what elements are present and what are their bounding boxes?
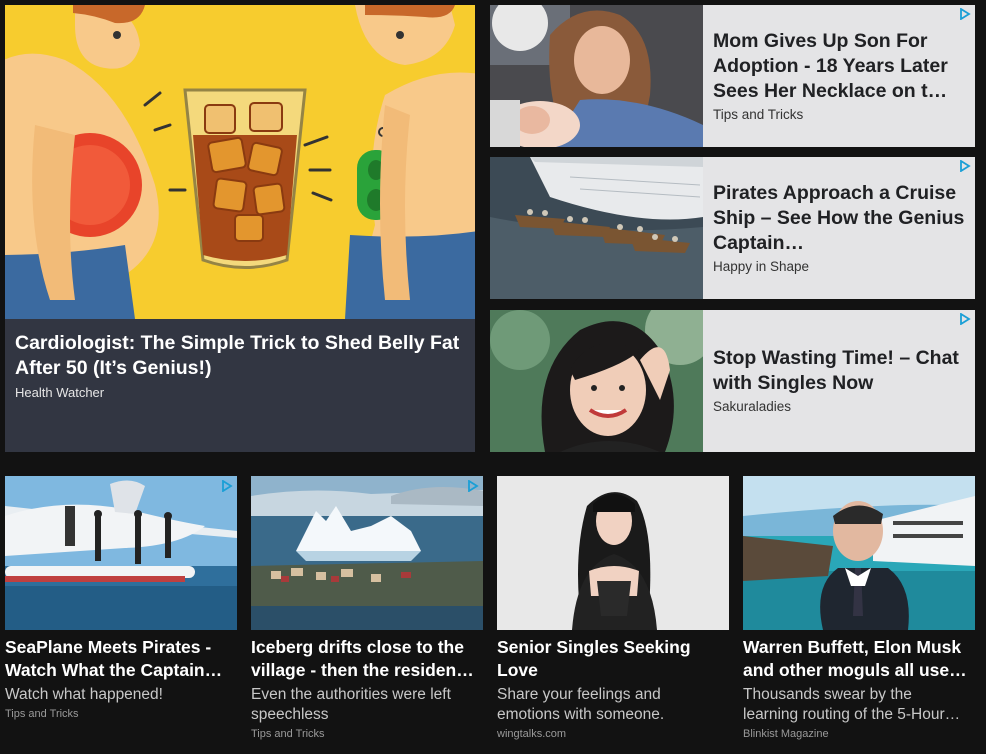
bottom-ad-source: Blinkist Magazine (743, 728, 829, 740)
title-line[interactable]: Senior Singles Seeking (497, 636, 729, 659)
bottom-ad-card[interactable]: Warren Buffett, Elon Musk and other mogu… (743, 476, 975, 750)
description-line: Even the authorities were left (251, 686, 451, 703)
bottom-ad-source: Tips and Tricks (5, 708, 79, 720)
adchoices-icon[interactable] (221, 480, 233, 492)
side-ad-card[interactable]: Pirates Approach a Cruise Ship – See How… (490, 157, 975, 299)
bottom-ad-title[interactable]: Iceberg drifts close to the village - th… (251, 636, 483, 682)
bottom-ad-image[interactable] (251, 476, 483, 630)
description-line: emotions with someone. (497, 706, 665, 723)
side-ad-card[interactable]: Mom Gives Up Son For Adoption - 18 Years… (490, 5, 975, 147)
bottom-ad-card[interactable]: SeaPlane Meets Pirates - Watch What the … (5, 476, 237, 750)
title-line[interactable]: Warren Buffett, Elon Musk (743, 636, 975, 659)
bottom-ad-image[interactable] (743, 476, 975, 630)
title-line[interactable]: and other moguls all use… (743, 659, 975, 682)
adchoices-icon[interactable] (959, 8, 971, 20)
side-ad-image[interactable] (490, 157, 703, 299)
bottom-ad-image[interactable] (497, 476, 729, 630)
side-ad-title[interactable]: Mom Gives Up Son For Adoption - 18 Years… (713, 29, 965, 104)
hero-image[interactable] (5, 5, 475, 319)
side-ad-card[interactable]: Stop Wasting Time! – Chat with Singles N… (490, 310, 975, 452)
bottom-ad-title[interactable]: Warren Buffett, Elon Musk and other mogu… (743, 636, 975, 682)
bottom-ad-title[interactable]: SeaPlane Meets Pirates - Watch What the … (5, 636, 237, 682)
description-line: Thousands swear by the (743, 686, 912, 703)
bottom-ad-image[interactable] (5, 476, 237, 630)
side-ad-image[interactable] (490, 5, 703, 147)
bottom-ad-card[interactable]: Iceberg drifts close to the village - th… (251, 476, 483, 750)
title-line[interactable]: Love (497, 659, 729, 682)
hero-source: Health Watcher (15, 385, 105, 400)
bottom-ad-description: Share your feelings and emotions with so… (497, 685, 729, 725)
side-ad-image[interactable] (490, 310, 703, 452)
side-ad-source: Sakuraladies (713, 399, 792, 414)
description-line: Watch what happened! (5, 686, 163, 703)
side-ad-title[interactable]: Stop Wasting Time! – Chat with Singles N… (713, 346, 965, 396)
side-ad-source: Happy in Shape (713, 259, 810, 274)
title-line[interactable]: village - then the residen… (251, 659, 483, 682)
title-line[interactable]: SeaPlane Meets Pirates - (5, 636, 237, 659)
title-line[interactable]: Iceberg drifts close to the (251, 636, 483, 659)
description-line: learning routing of the 5-Hour… (743, 706, 961, 723)
description-line: Share your feelings and (497, 686, 661, 703)
hero-title[interactable]: Cardiologist: The Simple Trick to Shed B… (15, 331, 461, 381)
side-ad-title[interactable]: Pirates Approach a Cruise Ship – See How… (713, 181, 965, 256)
bottom-ad-description: Thousands swear by the learning routing … (743, 685, 975, 725)
bottom-ad-description: Watch what happened! (5, 685, 237, 705)
description-line: speechless (251, 706, 329, 723)
title-line[interactable]: Watch What the Captain… (5, 659, 237, 682)
side-ad-source: Tips and Tricks (713, 107, 804, 122)
adchoices-icon[interactable] (467, 480, 479, 492)
bottom-ad-source: wingtalks.com (497, 728, 567, 740)
bottom-ad-source: Tips and Tricks (251, 728, 325, 740)
hero-ad-card[interactable]: Cardiologist: The Simple Trick to Shed B… (5, 5, 475, 452)
adchoices-icon[interactable] (959, 313, 971, 325)
bottom-ad-card[interactable]: Senior Singles Seeking Love Share your f… (497, 476, 729, 750)
bottom-ad-description: Even the authorities were left speechles… (251, 685, 483, 725)
bottom-ad-title[interactable]: Senior Singles Seeking Love (497, 636, 729, 682)
adchoices-icon[interactable] (959, 160, 971, 172)
